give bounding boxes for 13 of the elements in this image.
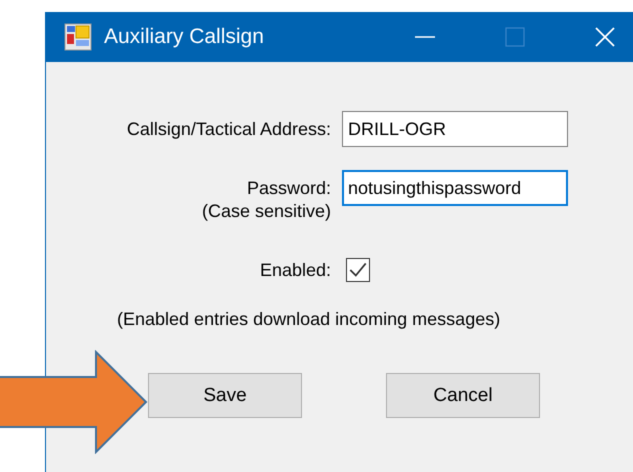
app-icon [64,23,92,51]
field-hint: (Case sensitive) [202,201,331,222]
field-label: Callsign/Tactical Address: [126,119,331,140]
input-field[interactable]: notusingthispassword [342,170,568,206]
enabled-checkbox[interactable] [346,258,370,282]
hint-text: (Enabled entries download incoming messages) [117,309,502,330]
input-field[interactable]: DRILL-OGR [342,111,568,147]
field-label: Enabled: [260,260,331,280]
close-icon[interactable] [595,27,615,47]
cancel-button[interactable]: Cancel [386,373,540,418]
window-title: Auxiliary Callsign [104,25,264,49]
save-button[interactable]: Save [148,373,302,418]
field-label: Password: [246,178,331,199]
